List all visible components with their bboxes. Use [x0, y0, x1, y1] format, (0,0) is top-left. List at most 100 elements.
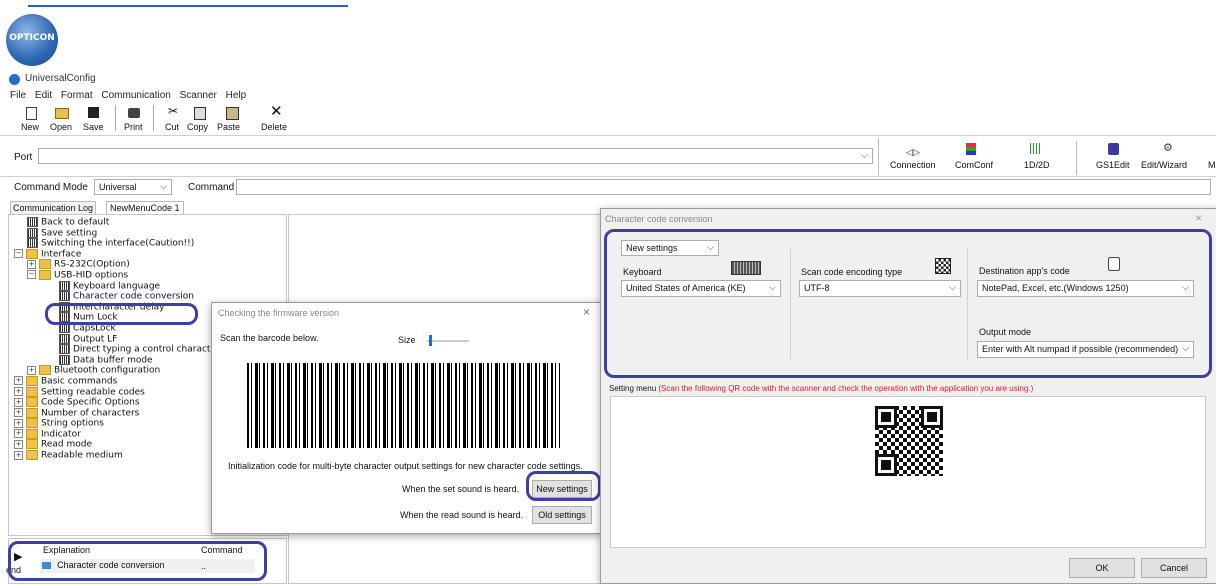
- tree-item-code-specific[interactable]: + Code Specific Options: [14, 397, 220, 408]
- size-slider-thumb[interactable]: [429, 335, 432, 346]
- tree-label: Basic commands: [41, 376, 118, 387]
- delete-icon: ✕: [270, 103, 283, 120]
- tree-label: USB-HID options: [54, 270, 129, 281]
- expand-icon[interactable]: +: [14, 429, 23, 439]
- expand-icon[interactable]: +: [27, 259, 36, 269]
- tree-item-direct-typing[interactable]: Direct typing a control character: [14, 344, 220, 355]
- tree-item-keyboard-language[interactable]: Keyboard language: [14, 280, 220, 292]
- cut-button[interactable]: Cut: [165, 122, 179, 132]
- ok-button[interactable]: OK: [1069, 558, 1135, 578]
- tree-item-save-setting[interactable]: Save setting: [14, 227, 220, 239]
- tree-item-bluetooth[interactable]: + Bluetooth configuration: [14, 365, 220, 376]
- app-title: UniversalConfig: [25, 73, 96, 84]
- tree-item-back-to-default[interactable]: Back to default: [14, 217, 220, 228]
- logo-text: OPTICON: [9, 33, 55, 43]
- size-label: Size: [398, 335, 416, 345]
- explanation-highlight: [8, 541, 267, 581]
- folder-icon: [39, 259, 51, 270]
- barcode-icon: [27, 238, 38, 249]
- folder-icon: [26, 397, 38, 408]
- tab-communication-log[interactable]: Communication Log: [10, 201, 97, 215]
- barcode-icon: [59, 354, 70, 365]
- tree-label: Readable medium: [41, 450, 123, 461]
- command-mode-select[interactable]: Universal ⌵: [94, 179, 172, 195]
- tree-item-rs232c[interactable]: + RS-232C(Option): [14, 259, 220, 270]
- copy-button[interactable]: Copy: [187, 122, 208, 132]
- new-icon: [26, 107, 37, 120]
- edit-wizard-button[interactable]: Edit/Wizard: [1141, 160, 1187, 170]
- open-button[interactable]: Open: [50, 122, 72, 132]
- tree-item-number-of-chars[interactable]: + Number of characters: [14, 407, 220, 419]
- paste-button[interactable]: Paste: [217, 122, 240, 132]
- tree-item-readable-medium[interactable]: + Readable medium: [14, 450, 220, 461]
- ribbon-bottom-border: [0, 176, 1216, 177]
- expand-icon[interactable]: +: [14, 376, 23, 386]
- tree-item-data-buffer[interactable]: Data buffer mode: [14, 354, 220, 366]
- comconf-button[interactable]: ComConf: [955, 160, 993, 170]
- tree-label: String options: [41, 418, 104, 429]
- barcode-icon: [59, 291, 70, 302]
- 1d-2d-button[interactable]: 1D/2D: [1024, 160, 1050, 170]
- ccc-dialog-title: Character code conversion: [605, 214, 713, 224]
- tree-item-usb-hid[interactable]: − USB-HID options: [14, 269, 220, 281]
- command-input[interactable]: [236, 179, 1211, 195]
- tree-label: Save setting: [41, 228, 98, 239]
- expand-icon[interactable]: +: [14, 450, 23, 460]
- tree-item-basic-commands[interactable]: + Basic commands: [14, 375, 220, 387]
- tree-item-interface[interactable]: − Interface: [14, 248, 220, 260]
- save-button[interactable]: Save: [83, 122, 104, 132]
- tree-label: Back to default: [41, 217, 110, 228]
- folder-icon: [26, 439, 38, 450]
- close-icon[interactable]: ×: [1195, 211, 1202, 225]
- close-icon[interactable]: ×: [583, 305, 590, 319]
- more-button[interactable]: M: [1208, 160, 1216, 170]
- expand-icon[interactable]: +: [14, 439, 23, 449]
- expand-icon[interactable]: +: [14, 397, 23, 407]
- firmware-barcode: [247, 363, 560, 448]
- menu-scanner[interactable]: Scanner: [180, 90, 217, 101]
- barcode-icon: [27, 217, 38, 227]
- barcode-icon: [59, 344, 70, 355]
- top-link[interactable]: [28, 0, 348, 7]
- tree-highlight: [45, 303, 198, 325]
- menu-file[interactable]: File: [10, 90, 26, 101]
- qr-finder-bl: [875, 454, 897, 476]
- toolbar-bottom-border: [0, 135, 1216, 136]
- tree-item-read-mode[interactable]: + Read mode: [14, 439, 220, 450]
- barcode-2d-icon: [1030, 143, 1042, 154]
- tree-item-setting-readable[interactable]: + Setting readable codes: [14, 386, 220, 398]
- connection-button[interactable]: Connection: [890, 160, 936, 170]
- menu-communication[interactable]: Communication: [101, 90, 170, 101]
- port-select[interactable]: ⌵: [38, 148, 873, 164]
- delete-button[interactable]: Delete: [261, 122, 287, 132]
- setting-menu-label: Setting menu (Scan the following QR code…: [609, 384, 1033, 393]
- menu-format[interactable]: Format: [61, 90, 93, 101]
- tree-item-switching[interactable]: Switching the interface(Caution!!): [14, 238, 220, 249]
- tree-item-string-options[interactable]: + String options: [14, 418, 220, 429]
- qr-finder-tl: [875, 406, 897, 428]
- comconf-icon: [966, 143, 976, 155]
- collapse-icon[interactable]: −: [27, 270, 36, 280]
- gs1edit-button[interactable]: GS1Edit: [1096, 160, 1130, 170]
- menu-help[interactable]: Help: [226, 90, 247, 101]
- size-slider[interactable]: [427, 335, 469, 346]
- tree-item-char-code-conversion[interactable]: Character code conversion: [14, 291, 220, 302]
- tab-newmenucode[interactable]: NewMenuCode 1: [106, 201, 184, 215]
- old-settings-button[interactable]: Old settings: [532, 506, 592, 524]
- print-button[interactable]: Print: [124, 122, 143, 132]
- collapse-icon[interactable]: −: [14, 249, 23, 259]
- setting-menu-title: Setting menu: [609, 384, 657, 393]
- toolbar-divider: [153, 105, 154, 131]
- tree-item-output-lf[interactable]: Output LF: [14, 333, 220, 345]
- folder-icon: [26, 428, 38, 439]
- expand-icon[interactable]: +: [14, 387, 23, 396]
- folder-icon: [26, 450, 38, 461]
- expand-icon[interactable]: +: [14, 418, 23, 428]
- cancel-button[interactable]: Cancel: [1141, 558, 1207, 578]
- expand-icon[interactable]: +: [27, 365, 36, 375]
- expand-icon[interactable]: +: [14, 408, 23, 418]
- tree-item-indicator[interactable]: + Indicator: [14, 428, 220, 440]
- menu-edit[interactable]: Edit: [35, 90, 52, 101]
- barcode-icon: [27, 227, 38, 238]
- new-button[interactable]: New: [21, 122, 39, 132]
